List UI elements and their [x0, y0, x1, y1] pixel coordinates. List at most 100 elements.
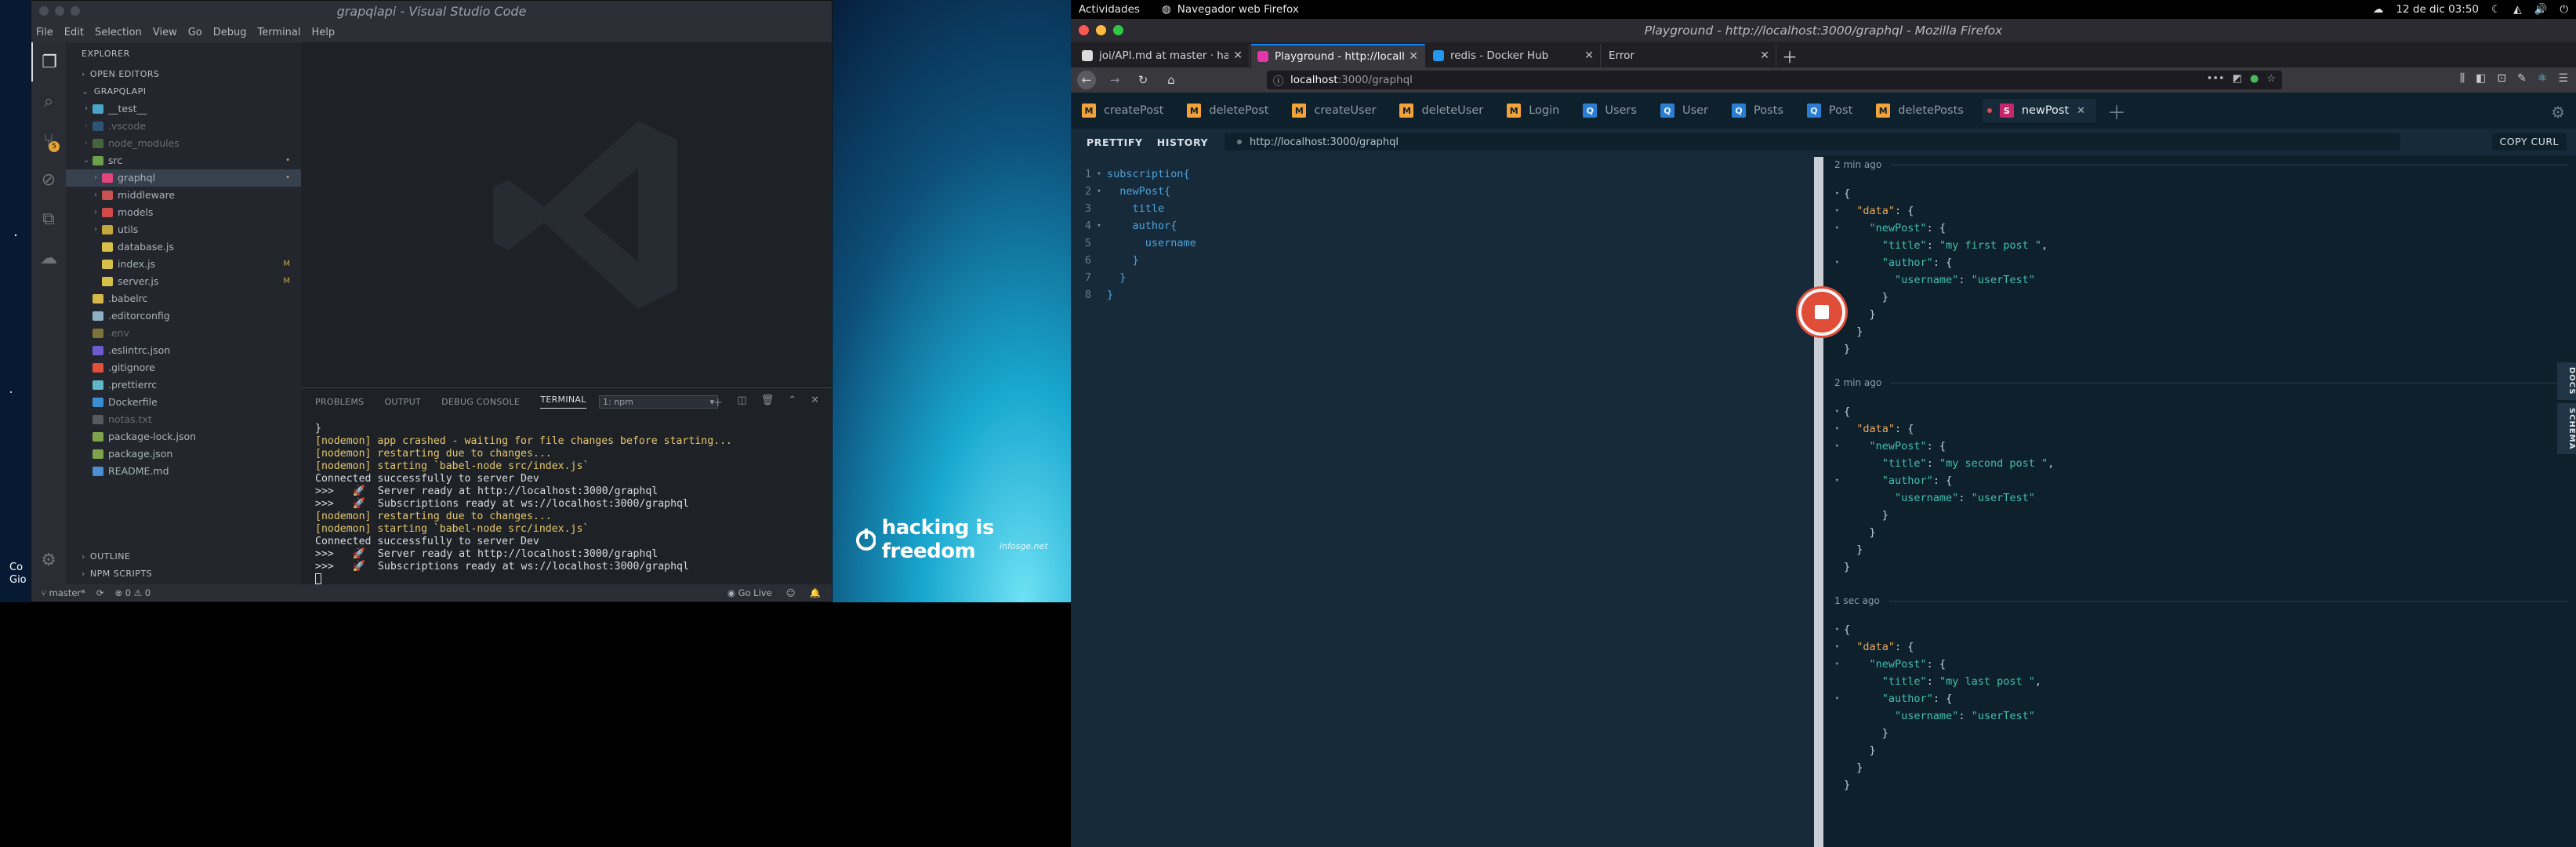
go-live-button[interactable]: ◉ Go Live — [727, 587, 772, 598]
fold-arrow-icon[interactable] — [1823, 489, 1844, 507]
home-button[interactable]: ⌂ — [1162, 71, 1181, 89]
fold-arrow-icon[interactable] — [1823, 340, 1844, 358]
split-terminal-icon[interactable]: ◫ — [737, 394, 746, 409]
playground-tab[interactable]: MdeletePost — [1182, 99, 1279, 122]
file-tree-item[interactable]: server.js M — [66, 273, 301, 290]
docs-tab[interactable]: DOCS — [2557, 362, 2576, 400]
bookmark-star-icon[interactable]: ☆ — [2266, 73, 2276, 85]
browser-tab[interactable]: joi/API.md at master · hapi ✕ — [1076, 44, 1250, 67]
react-devtools-icon[interactable]: ⚛ — [2538, 72, 2548, 85]
file-tree-item[interactable]: Dockerfile — [66, 394, 301, 411]
fold-arrow-icon[interactable] — [1823, 271, 1844, 289]
file-tree-item[interactable]: .gitignore — [66, 359, 301, 376]
file-tree-item[interactable]: › utils — [66, 221, 301, 238]
fold-arrow-icon[interactable] — [1823, 673, 1844, 690]
sync-icon[interactable]: ⟳ — [96, 587, 104, 598]
window-minimize-button[interactable] — [1096, 25, 1106, 35]
app-menu[interactable]: Navegador web Firefox — [1177, 3, 1299, 16]
forward-button[interactable]: → — [1105, 71, 1124, 89]
file-tree-item[interactable]: .prettierrc — [66, 376, 301, 394]
fold-arrow-icon[interactable] — [1823, 507, 1844, 524]
file-tree-item[interactable]: package-lock.json — [66, 428, 301, 445]
playground-tab[interactable]: Q User — [1656, 99, 1719, 122]
playground-tab[interactable]: MdeleteUser — [1395, 99, 1494, 122]
endpoint-input[interactable]: http://localhost:3000/graphql — [1225, 133, 2400, 151]
site-info-icon[interactable]: ⓘ — [1273, 72, 1284, 88]
menu-debug[interactable]: Debug — [213, 27, 247, 38]
fold-arrow-icon[interactable]: ▾ — [1823, 202, 1844, 220]
window-close-button[interactable] — [39, 6, 49, 16]
playground-tab[interactable]: McreateUser — [1287, 99, 1387, 122]
power-menu-icon[interactable]: ⏻ — [2560, 3, 2568, 16]
fold-arrow-icon[interactable] — [1823, 524, 1844, 541]
file-tree-item[interactable]: .eslintrc.json — [66, 342, 301, 359]
settings-gear-icon[interactable]: ⚙ — [31, 540, 66, 580]
terminal-output[interactable]: } [nodemon] app crashed - waiting for fil… — [315, 423, 824, 586]
menu-go[interactable]: Go — [188, 27, 202, 38]
new-tab-button[interactable]: ＋ — [1778, 44, 1801, 67]
copy-curl-button[interactable]: COPY CURL — [2491, 133, 2567, 151]
file-tree-item[interactable]: ⌄ src • — [66, 152, 301, 169]
tab-debug-console[interactable]: DEBUG CONSOLE — [441, 397, 520, 407]
window-close-button[interactable] — [1079, 25, 1089, 35]
fold-arrow-icon[interactable]: ▾ — [1823, 621, 1844, 638]
fold-arrow-icon[interactable] — [1094, 252, 1104, 269]
file-tree-item[interactable]: .editorconfig — [66, 307, 301, 325]
pocket-icon[interactable]: ◩ — [2233, 73, 2242, 85]
activities-button[interactable]: Actividades — [1079, 3, 1140, 16]
fold-arrow-icon[interactable]: ▾ — [1094, 183, 1104, 200]
fold-arrow-icon[interactable]: ▾ — [1823, 438, 1844, 455]
menu-terminal[interactable]: Terminal — [258, 27, 301, 38]
docker-icon[interactable]: ☁ — [31, 238, 66, 278]
fold-arrow-icon[interactable] — [1094, 234, 1104, 252]
file-tree-item[interactable]: › graphql • — [66, 169, 301, 187]
close-tab-icon[interactable]: ✕ — [2077, 105, 2085, 117]
open-editors-section[interactable]: › OPEN EDITORS — [66, 66, 301, 83]
extensions-icon[interactable]: ⧉ — [31, 199, 66, 238]
close-tab-icon[interactable]: ✕ — [1584, 49, 1594, 62]
clock[interactable]: 12 de dic 03:50 — [2396, 3, 2479, 16]
fold-arrow-icon[interactable] — [1823, 541, 1844, 558]
window-minimize-button[interactable] — [55, 6, 64, 16]
hamburger-menu-icon[interactable]: ☰ — [2558, 72, 2568, 85]
addon-icon[interactable]: ✎ — [2517, 72, 2527, 85]
playground-tab[interactable]: McreatePost — [1077, 99, 1174, 122]
file-tree-item[interactable]: .babelrc — [66, 290, 301, 307]
fold-arrow-icon[interactable] — [1823, 759, 1844, 776]
fold-arrow-icon[interactable]: ▾ — [1094, 165, 1104, 183]
fold-arrow-icon[interactable] — [1823, 725, 1844, 742]
fold-arrow-icon[interactable]: ▾ — [1823, 254, 1844, 271]
back-button[interactable]: ← — [1077, 71, 1096, 89]
sidebar-icon[interactable]: ◧ — [2476, 72, 2486, 85]
file-tree-item[interactable]: › models — [66, 204, 301, 221]
tab-output[interactable]: OUTPUT — [384, 397, 421, 407]
playground-tab[interactable]: Q Post — [1802, 99, 1863, 122]
menu-edit[interactable]: Edit — [64, 27, 84, 38]
close-tab-icon[interactable]: ✕ — [1233, 49, 1243, 62]
history-button[interactable]: HISTORY — [1157, 136, 1208, 148]
fold-arrow-icon[interactable]: ▾ — [1823, 656, 1844, 673]
fold-arrow-icon[interactable]: ▾ — [1823, 403, 1844, 420]
menu-help[interactable]: Help — [311, 27, 335, 38]
fold-arrow-icon[interactable] — [1823, 558, 1844, 576]
file-tree-item[interactable]: › .vscode — [66, 118, 301, 135]
branch-status[interactable]: ⑂ master* — [41, 587, 85, 598]
fold-arrow-icon[interactable] — [1094, 200, 1104, 217]
page-actions-icon[interactable]: ••• — [2207, 73, 2225, 85]
reload-button[interactable]: ↻ — [1134, 71, 1152, 89]
file-tree-item[interactable]: › __test__ — [66, 100, 301, 118]
explorer-icon[interactable]: ❐ — [31, 42, 66, 82]
fold-arrow-icon[interactable]: ▾ — [1823, 472, 1844, 489]
window-maximize-button[interactable] — [1113, 25, 1123, 35]
add-tab-button[interactable]: ＋ — [2107, 97, 2126, 125]
library-icon[interactable]: ⫼ — [2460, 72, 2465, 85]
file-tree-item[interactable]: .env — [66, 325, 301, 342]
file-tree-item[interactable]: README.md — [66, 463, 301, 480]
search-icon[interactable]: ⌕ — [31, 82, 66, 121]
menu-selection[interactable]: Selection — [95, 27, 142, 38]
fold-arrow-icon[interactable]: ▾ — [1823, 420, 1844, 438]
schema-tab[interactable]: SCHEMA — [2557, 402, 2576, 454]
file-tree-item[interactable]: package.json — [66, 445, 301, 463]
fold-arrow-icon[interactable]: ▾ — [1823, 690, 1844, 707]
notifications-icon[interactable]: 🔔 — [810, 587, 821, 598]
